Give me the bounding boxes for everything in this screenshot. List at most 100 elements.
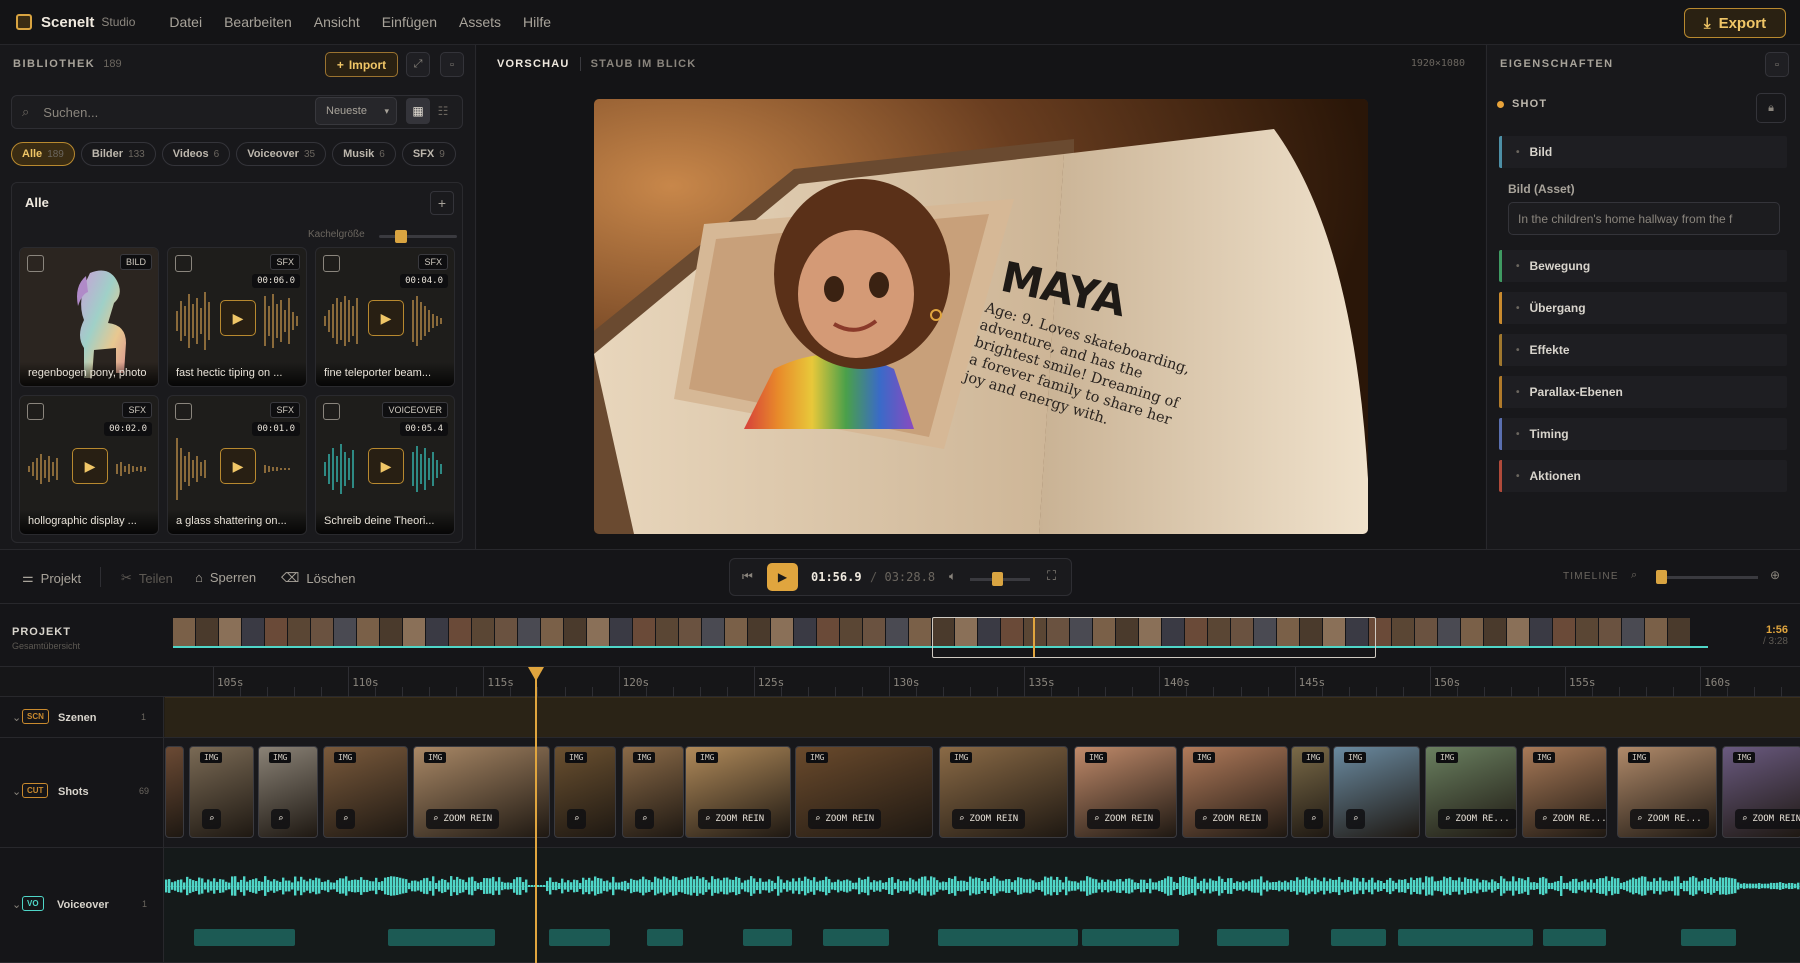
section-bewegung[interactable]: • Bewegung <box>1499 250 1787 282</box>
asset-tile[interactable]: BILD regenbogen pony, photo <box>19 247 159 387</box>
tile-size-slider[interactable] <box>379 230 457 243</box>
play-button[interactable]: ▶ <box>220 448 256 484</box>
loeschen-button[interactable]: ⌫ Löschen <box>281 570 356 586</box>
slider-thumb[interactable] <box>395 230 407 243</box>
shot-clip[interactable]: IMG ⌕ ZOOM REIN <box>939 746 1068 838</box>
zoom-effect-badge[interactable]: ⌕ <box>202 809 222 829</box>
voiceover-segment[interactable] <box>388 929 495 946</box>
volume-icon[interactable]: 🔈︎ <box>949 569 956 584</box>
shot-clip[interactable]: IMG ⌕ <box>189 746 254 838</box>
skip-back-button[interactable]: ⏮ <box>742 569 753 584</box>
play-button[interactable]: ▶ <box>72 448 108 484</box>
menu-datei[interactable]: Datei <box>169 14 202 30</box>
overview-viewport[interactable] <box>932 617 1376 658</box>
preview-frame[interactable]: MAYA Age: 9. Loves skateboarding, advent… <box>594 99 1368 534</box>
scene-clip[interactable] <box>165 697 1800 737</box>
shot-clip[interactable]: IMG ⌕ ZOOM RE... <box>1425 746 1517 838</box>
play-button[interactable]: ▶ <box>368 448 404 484</box>
asset-tile[interactable]: VOICEOVER 00:05.4 ▶ Schreib deine Theori… <box>315 395 455 535</box>
select-checkbox[interactable] <box>323 403 340 420</box>
lock-button[interactable]: 🔒︎ <box>1756 93 1786 123</box>
shot-clip[interactable]: IMG ⌕ ZOOM REIN <box>1182 746 1288 838</box>
section-bild[interactable]: • Bild <box>1499 136 1787 168</box>
zoom-effect-badge[interactable]: ⌕ ZOOM REIN <box>808 809 882 829</box>
filter-voiceover[interactable]: Voiceover 35 <box>236 142 327 166</box>
select-checkbox[interactable] <box>27 403 44 420</box>
asset-tile[interactable]: SFX 00:02.0 ▶ hollographic display ... <box>19 395 159 535</box>
voiceover-segment[interactable] <box>1217 929 1289 946</box>
voiceover-segment[interactable] <box>1543 929 1606 946</box>
select-checkbox[interactable] <box>323 255 340 272</box>
asset-tile[interactable]: SFX 00:06.0 ▶ fast hectic tiping on ... <box>167 247 307 387</box>
voiceover-segment[interactable] <box>1398 929 1533 946</box>
zoom-effect-badge[interactable]: ⌕ ZOOM RE... <box>1438 809 1516 829</box>
asset-field[interactable]: In the children's home hallway from the … <box>1508 202 1780 235</box>
shot-clip[interactable]: IMG ⌕ ZOOM REIN <box>1074 746 1177 838</box>
shot-clip[interactable]: IMG ⌕ <box>1333 746 1420 838</box>
menu-einfuegen[interactable]: Einfügen <box>382 14 437 30</box>
shot-clip[interactable]: IMG ⌕ ZOOM REIN <box>795 746 933 838</box>
fullscreen-button[interactable]: ⛶ <box>1047 568 1056 584</box>
zoom-thumb[interactable] <box>1656 570 1667 584</box>
play-button[interactable]: ▶ <box>767 563 798 591</box>
voiceover-segment[interactable] <box>1082 929 1179 946</box>
zoom-effect-badge[interactable]: ⌕ ZOOM REIN <box>1195 809 1269 829</box>
collapse-properties-button[interactable]: ▫ <box>1765 52 1789 77</box>
export-button[interactable]: ⤓ Export <box>1684 8 1786 38</box>
voiceover-segment[interactable] <box>1331 929 1386 946</box>
add-group-button[interactable]: + <box>430 191 454 215</box>
chevron-down-icon[interactable]: ⌄ <box>12 711 21 724</box>
shot-clip[interactable]: IMG ⌕ <box>258 746 318 838</box>
sort-select[interactable]: Neueste ▾ <box>315 97 397 125</box>
zoom-effect-badge[interactable]: ⌕ ZOOM REIN <box>698 809 772 829</box>
play-button[interactable]: ▶ <box>220 300 256 336</box>
zoom-effect-badge[interactable]: ⌕ ZOOM RE... <box>1535 809 1606 829</box>
voiceover-segment[interactable] <box>549 929 610 946</box>
volume-slider[interactable] <box>970 572 1030 586</box>
filter-videos[interactable]: Videos 6 <box>161 142 231 166</box>
menu-hilfe[interactable]: Hilfe <box>523 14 551 30</box>
voiceover-waveform[interactable] <box>165 864 1800 909</box>
menu-bearbeiten[interactable]: Bearbeiten <box>224 14 292 30</box>
list-view-button[interactable]: ☷ <box>431 98 455 124</box>
shot-clip[interactable]: IMG ⌕ ZOOM REIN <box>685 746 791 838</box>
timeline-zoom-slider[interactable] <box>1656 570 1758 584</box>
shot-clip[interactable]: IMG ⌕ ZOOM RE... <box>1522 746 1607 838</box>
shot-clip[interactable]: IMG ⌕ <box>323 746 408 838</box>
menu-ansicht[interactable]: Ansicht <box>314 14 360 30</box>
expand-button[interactable]: ⤢ <box>406 52 430 77</box>
select-checkbox[interactable] <box>175 403 192 420</box>
shot-clip[interactable]: IMG ⌕ <box>1291 746 1330 838</box>
section-timing[interactable]: • Timing <box>1499 418 1787 450</box>
section-uebergang[interactable]: • Übergang <box>1499 292 1787 324</box>
voiceover-segment[interactable] <box>1681 929 1736 946</box>
menu-assets[interactable]: Assets <box>459 14 501 30</box>
shot-clip[interactable]: IMG ⌕ ZOOM REIN <box>1722 746 1800 838</box>
zoom-effect-badge[interactable]: ⌕ <box>567 809 587 829</box>
teilen-button[interactable]: ✂ Teilen <box>121 570 173 586</box>
zoom-effect-badge[interactable]: ⌕ ZOOM REIN <box>426 809 500 829</box>
zoom-effect-badge[interactable]: ⌕ <box>1346 809 1366 829</box>
collapse-panel-button[interactable]: ▫ <box>440 52 464 77</box>
playhead[interactable] <box>535 667 537 963</box>
shot-clip[interactable]: IMG ⌕ <box>622 746 684 838</box>
zoom-effect-badge[interactable]: ⌕ <box>1304 809 1324 829</box>
select-checkbox[interactable] <box>175 255 192 272</box>
filter-bilder[interactable]: Bilder 133 <box>80 142 156 166</box>
voiceover-segment[interactable] <box>743 929 792 946</box>
voiceover-segment[interactable] <box>647 929 683 946</box>
filter-sfx[interactable]: SFX 9 <box>401 142 456 166</box>
sperren-button[interactable]: ⌂ Sperren <box>195 570 256 585</box>
zoom-effect-badge[interactable]: ⌕ <box>271 809 291 829</box>
grid-view-button[interactable]: ▦ <box>406 98 430 124</box>
projekt-button[interactable]: ⚌ Projekt <box>22 570 81 586</box>
filter-musik[interactable]: Musik 6 <box>332 142 396 166</box>
import-button[interactable]: + Import <box>325 52 398 77</box>
zoom-effect-badge[interactable]: ⌕ <box>336 809 356 829</box>
shot-clip[interactable]: IMG ⌕ ZOOM REIN <box>413 746 550 838</box>
chevron-down-icon[interactable]: ⌄ <box>12 785 21 798</box>
asset-tile[interactable]: SFX 00:01.0 ▶ a glass shattering on... <box>167 395 307 535</box>
section-parallax[interactable]: • Parallax-Ebenen <box>1499 376 1787 408</box>
shot-clip[interactable]: IMG ⌕ <box>554 746 616 838</box>
zoom-effect-badge[interactable]: ⌕ ZOOM RE... <box>1630 809 1709 829</box>
